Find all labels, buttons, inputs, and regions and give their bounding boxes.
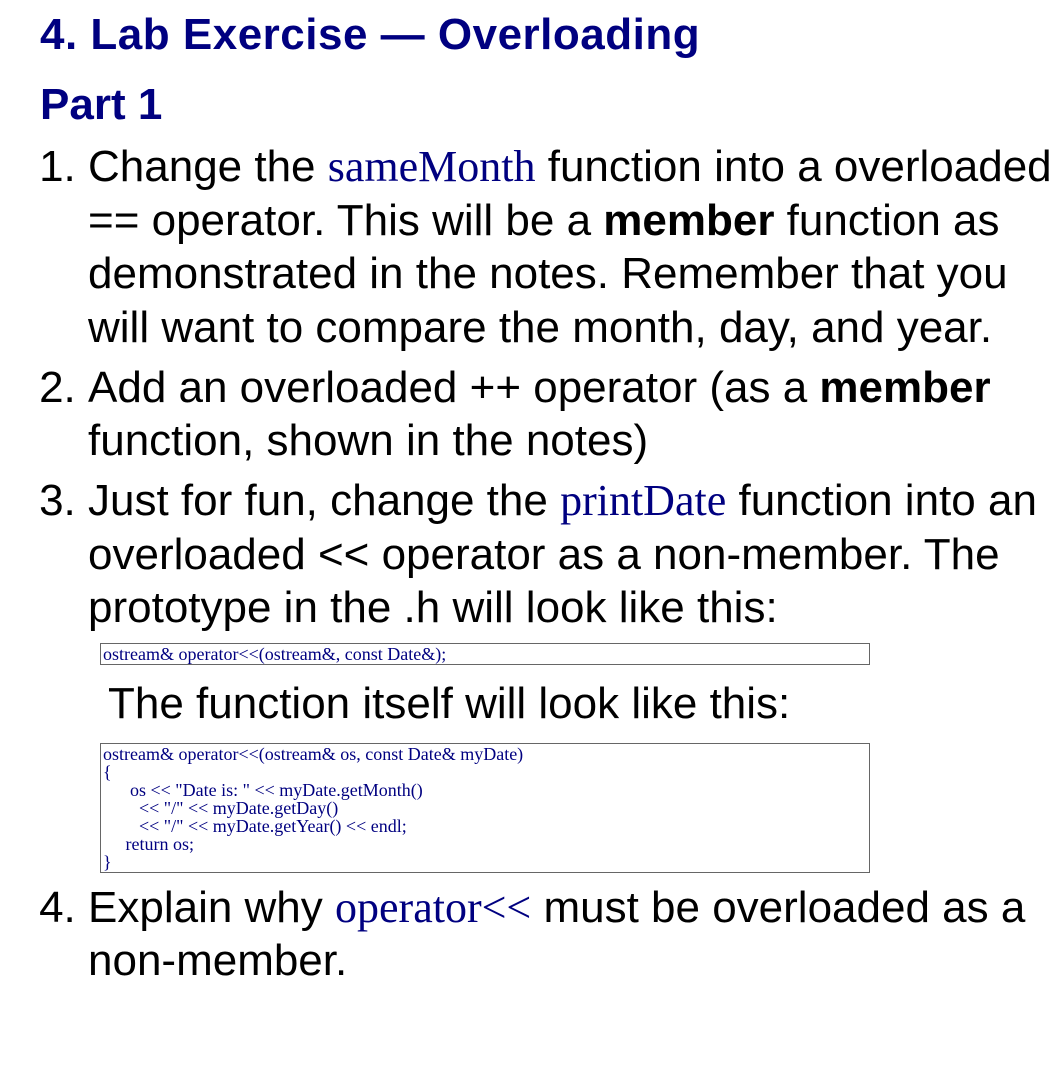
instruction-list-continued: Explain why operator<< must be overloade… [40,881,1055,988]
list-item: Change the sameMonth function into a ove… [88,140,1055,355]
bold-text: member [819,363,990,412]
list-item: Explain why operator<< must be overloade… [88,881,1055,988]
text: Just for fun, change the [88,476,560,525]
code-block-prototype: ostream& operator<<(ostream&, const Date… [100,643,870,665]
section-title: Part 1 [40,80,1055,130]
inline-code: operator<< [335,883,531,932]
text: Change the [88,142,328,191]
list-item: Just for fun, change the printDate funct… [88,474,1055,635]
paragraph: The function itself will look like this: [108,677,1055,731]
text: Add an overloaded ++ operator (as a [88,363,819,412]
list-item: Add an overloaded ++ operator (as a memb… [88,361,1055,468]
instruction-list: Change the sameMonth function into a ove… [40,140,1055,635]
text: Explain why [88,883,335,932]
code-block-function: ostream& operator<<(ostream& os, const D… [100,743,870,873]
text: function, shown in the notes) [88,416,648,465]
inline-code: sameMonth [328,142,536,191]
bold-text: member [603,196,774,245]
page-title: 4. Lab Exercise — Overloading [40,10,1055,60]
inline-code: printDate [560,476,726,525]
